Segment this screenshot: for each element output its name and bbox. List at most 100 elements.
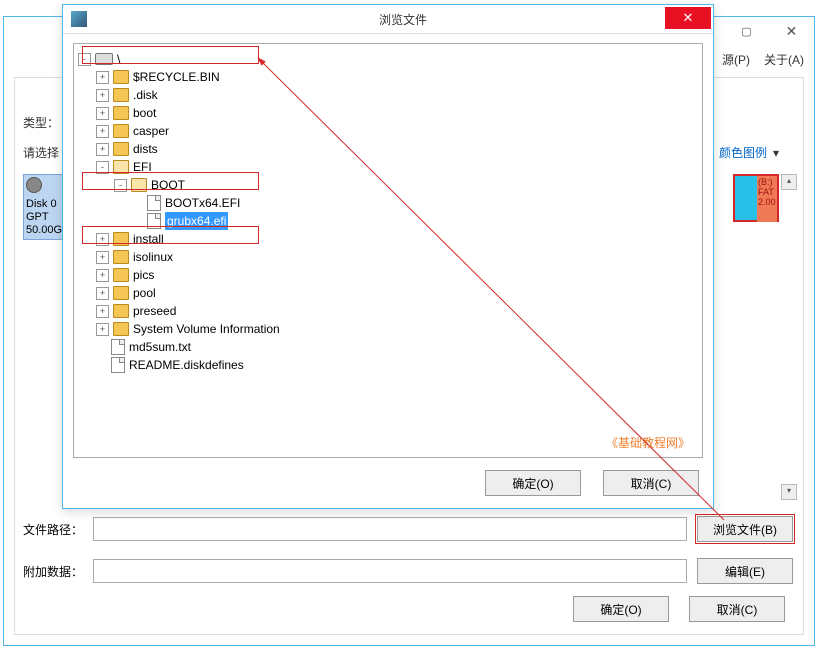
browse-file-button[interactable]: 浏览文件(B) xyxy=(697,516,793,542)
expand-icon[interactable]: + xyxy=(96,125,109,138)
tree-folder-boot[interactable]: + boot xyxy=(78,104,698,122)
collapse-icon[interactable]: - xyxy=(96,161,109,174)
tree-label: boot xyxy=(133,104,156,122)
expand-icon[interactable]: + xyxy=(96,251,109,264)
file-icon xyxy=(111,339,125,355)
expand-icon[interactable]: + xyxy=(96,143,109,156)
tree-label: System Volume Information xyxy=(133,320,280,338)
partition-label-c: 2.00 xyxy=(758,197,776,207)
dialog-title: 浏览文件 xyxy=(93,11,713,28)
tree-label: pool xyxy=(133,284,156,302)
main-menu: 源(P) 关于(A) xyxy=(722,51,804,68)
folder-icon xyxy=(113,232,129,246)
partition-red: (B:) FAT 2.00 xyxy=(757,176,777,222)
menu-source[interactable]: 源(P) xyxy=(722,51,750,68)
tree-folder-pics[interactable]: + pics xyxy=(78,266,698,284)
folder-icon xyxy=(113,250,129,264)
file-path-input[interactable] xyxy=(93,517,687,541)
main-button-row: 确定(O) 取消(C) xyxy=(573,596,785,622)
tree-folder-svi[interactable]: + System Volume Information xyxy=(78,320,698,338)
folder-icon xyxy=(113,142,129,156)
tree-folder-boot-sub[interactable]: - BOOT xyxy=(78,176,698,194)
dialog-titlebar: 浏览文件 ✕ xyxy=(63,5,713,34)
browse-dialog: 浏览文件 ✕ - \ + $RECYCLE.BIN + .disk xyxy=(62,4,714,509)
disk-line3: 50.00G xyxy=(26,224,62,236)
partition-label-b: FAT xyxy=(758,187,776,197)
expand-icon[interactable]: + xyxy=(96,323,109,336)
folder-icon xyxy=(113,88,129,102)
partition-blue xyxy=(735,176,757,220)
file-icon xyxy=(147,213,161,229)
tree-label: casper xyxy=(133,122,169,140)
row-extra-data: 附加数据： 编辑(E) xyxy=(23,558,793,584)
dialog-ok-button[interactable]: 确定(O) xyxy=(485,470,581,496)
tree-label: BOOTx64.EFI xyxy=(165,194,240,212)
main-ok-button[interactable]: 确定(O) xyxy=(573,596,669,622)
expand-icon[interactable]: + xyxy=(96,233,109,246)
tree-folder-disk[interactable]: + .disk xyxy=(78,86,698,104)
disk-line1: Disk 0 xyxy=(26,198,57,210)
tree-folder-install[interactable]: + install xyxy=(78,230,698,248)
tree-folder-preseed[interactable]: + preseed xyxy=(78,302,698,320)
tree-label-selected: grubx64.efi xyxy=(165,212,228,230)
dialog-cancel-button[interactable]: 取消(C) xyxy=(603,470,699,496)
dialog-button-row: 确定(O) 取消(C) xyxy=(485,470,699,496)
folder-icon xyxy=(113,322,129,336)
partition-label-a: (B:) xyxy=(758,177,776,187)
tree-label: $RECYCLE.BIN xyxy=(133,68,220,86)
tree-file-grubx64[interactable]: grubx64.efi xyxy=(78,212,698,230)
tree-label: install xyxy=(133,230,164,248)
tree-label: md5sum.txt xyxy=(129,338,191,356)
scroll-up-button[interactable]: ▴ xyxy=(781,174,797,190)
tree-file-bootx64[interactable]: BOOTx64.EFI xyxy=(78,194,698,212)
expand-icon[interactable]: - xyxy=(78,53,91,66)
expand-icon[interactable]: + xyxy=(96,305,109,318)
edit-button[interactable]: 编辑(E) xyxy=(697,558,793,584)
expand-icon[interactable]: + xyxy=(96,71,109,84)
tree-folder-efi[interactable]: - EFI xyxy=(78,158,698,176)
tree-folder-pool[interactable]: + pool xyxy=(78,284,698,302)
file-tree[interactable]: - \ + $RECYCLE.BIN + .disk + boot xyxy=(78,50,698,374)
label-extra-data: 附加数据： xyxy=(23,563,83,580)
tree-folder-isolinux[interactable]: + isolinux xyxy=(78,248,698,266)
dialog-close-button[interactable]: ✕ xyxy=(665,7,711,29)
label-file-path: 文件路径： xyxy=(23,521,83,538)
close-button[interactable] xyxy=(769,17,814,45)
scroll-down-button[interactable]: ▾ xyxy=(781,484,797,500)
tree-label: pics xyxy=(133,266,154,284)
file-icon xyxy=(111,357,125,373)
maximize-button[interactable] xyxy=(724,17,769,45)
collapse-icon[interactable]: - xyxy=(114,179,127,192)
tree-label: preseed xyxy=(133,302,176,320)
disk-icon xyxy=(26,177,42,193)
tree-label: BOOT xyxy=(151,176,185,194)
folder-icon xyxy=(113,70,129,84)
tree-folder-casper[interactable]: + casper xyxy=(78,122,698,140)
expand-icon[interactable]: + xyxy=(96,287,109,300)
tree-file-readme[interactable]: README.diskdefines xyxy=(78,356,698,374)
watermark-text: 《基础教程网》 xyxy=(606,434,690,451)
folder-icon xyxy=(113,304,129,318)
tree-root-label: \ xyxy=(117,50,120,68)
folder-icon xyxy=(113,124,129,138)
label-select: 请选择 xyxy=(23,144,59,161)
expand-icon[interactable]: + xyxy=(96,269,109,282)
extra-data-input[interactable] xyxy=(93,559,687,583)
tree-panel: - \ + $RECYCLE.BIN + .disk + boot xyxy=(73,43,703,458)
folder-open-icon xyxy=(131,178,147,192)
tree-file-md5[interactable]: md5sum.txt xyxy=(78,338,698,356)
folder-icon xyxy=(113,268,129,282)
expand-icon[interactable]: + xyxy=(96,107,109,120)
row-file-path: 文件路径： 浏览文件(B) xyxy=(23,516,793,542)
expand-icon[interactable]: + xyxy=(96,89,109,102)
tree-folder-dists[interactable]: + dists xyxy=(78,140,698,158)
partition-tile[interactable]: (B:) FAT 2.00 xyxy=(733,174,779,222)
menu-about[interactable]: 关于(A) xyxy=(764,51,804,68)
tree-root[interactable]: - \ xyxy=(78,50,698,68)
tree-label: README.diskdefines xyxy=(129,356,244,374)
drive-icon xyxy=(95,53,113,65)
main-cancel-button[interactable]: 取消(C) xyxy=(689,596,785,622)
color-legend-link[interactable]: 颜色图例 xyxy=(719,144,779,161)
tree-folder-recycle[interactable]: + $RECYCLE.BIN xyxy=(78,68,698,86)
file-icon xyxy=(147,195,161,211)
